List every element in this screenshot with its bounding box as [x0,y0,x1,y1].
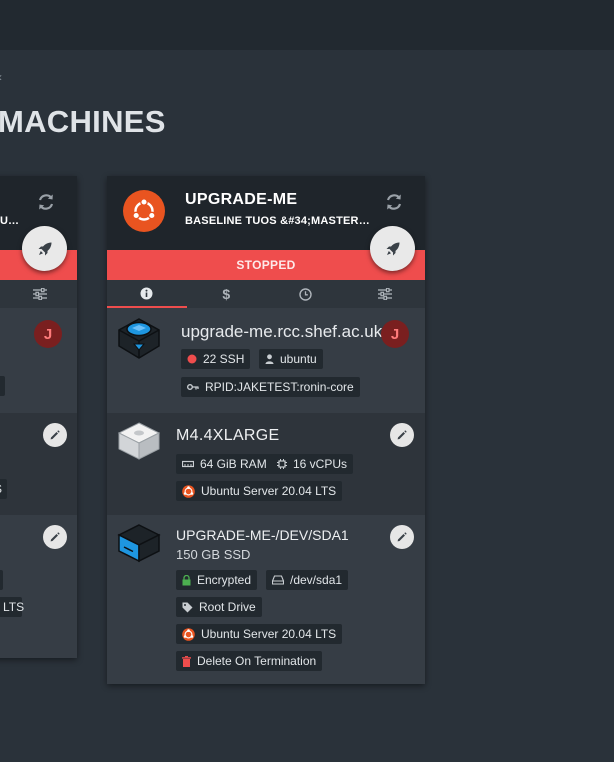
drive-icon [272,575,284,585]
dollar-icon: $ [222,286,231,302]
os-chip: Ubuntu Server 20.04 LTS [176,481,343,501]
os-chip: LTS [0,597,24,617]
root-chip: Root Drive [176,597,262,617]
launch-button[interactable] [22,226,67,271]
card-tabs: $ [107,280,425,308]
owner-avatar[interactable]: J [34,320,62,348]
info-icon [140,287,153,299]
ubuntu-icon [182,484,195,498]
disk-size: 150 GB SSD [176,547,251,562]
instance-section: M4.4XLARGE 64 GiB RAM 16 vCPUs Ubuntu Se… [107,413,425,515]
instance-section: S [0,413,77,515]
tab-settings[interactable] [346,280,426,308]
pencil-icon [397,430,407,440]
edit-button[interactable] [43,525,67,549]
edit-button[interactable] [390,525,414,549]
os-chip: S [0,479,7,499]
ssh-chip: 22 SSH [181,349,251,369]
machine-card-partial[interactable]: U… J S LTS [0,176,77,658]
vcpu-chip: 16 vCPUs [271,454,354,474]
tab-cost[interactable]: $ [187,280,267,308]
disk-name: UPGRADE-ME-/DEV/SDA1 [176,527,349,543]
trash-icon [182,655,191,667]
encrypted-chip [0,570,3,590]
network-section: J [0,308,77,413]
card-tabs [0,280,77,308]
machine-image: BASELINE TUOS &#34;MASTER… [185,215,370,227]
server-icon [117,422,161,460]
sliders-icon [33,288,47,300]
disk-section: LTS [0,515,77,658]
delete-chip: Delete On Termination [176,651,323,671]
refresh-icon[interactable] [35,191,57,213]
disk-section: UPGRADE-ME-/DEV/SDA1 150 GB SSD Encrypte… [107,515,425,684]
edit-button[interactable] [390,423,414,447]
encrypted-chip: Encrypted [176,570,258,590]
lock-icon [182,574,191,586]
edit-button[interactable] [43,423,67,447]
memory-icon [182,460,194,468]
key-chip [0,376,5,396]
pencil-icon [50,430,60,440]
network-icon [118,318,160,359]
status-dot-icon [187,354,197,364]
cpu-icon [277,459,287,469]
network-section: upgrade-me.rcc.shef.ac.uk J 22 SSH ubunt… [107,308,425,413]
hostname: upgrade-me.rcc.shef.ac.uk [181,322,383,341]
ssh-user-chip: ubuntu [259,349,323,369]
tab-schedule[interactable] [266,280,346,308]
top-bar [0,0,614,50]
disk-icon [117,524,161,563]
ubuntu-logo [123,190,165,232]
clock-icon [299,287,312,301]
refresh-icon[interactable] [383,191,405,213]
tab-settings[interactable] [0,280,77,308]
launch-button[interactable] [370,226,415,271]
ram-chip: 64 GiB RAM [176,454,273,474]
os-chip: Ubuntu Server 20.04 LTS [176,624,343,644]
user-icon [265,354,274,364]
card-header: U… [0,176,77,271]
rocket-icon [386,242,399,255]
owner-avatar[interactable]: J [381,320,409,348]
breadcrumb[interactable]: ‹ [0,70,2,84]
card-header: UPGRADE-ME BASELINE TUOS &#34;MASTER… [107,176,425,271]
machine-name: UPGRADE-ME [185,191,298,208]
ubuntu-icon [182,627,195,641]
rocket-icon [38,242,51,255]
tag-icon [182,602,193,613]
machine-image-fragment: U… [0,215,19,227]
sliders-icon [378,288,393,300]
pencil-icon [50,532,60,542]
page-title: MACHINES [0,104,166,139]
tab-info[interactable] [107,280,187,308]
pencil-icon [397,532,407,542]
rpid-chip: RPID:JAKETEST:ronin-core [181,377,360,397]
key-icon [187,383,199,391]
instance-type: M4.4XLARGE [176,427,280,444]
device-chip: /dev/sda1 [266,570,349,590]
machine-card[interactable]: UPGRADE-ME BASELINE TUOS &#34;MASTER… ST… [107,176,425,684]
